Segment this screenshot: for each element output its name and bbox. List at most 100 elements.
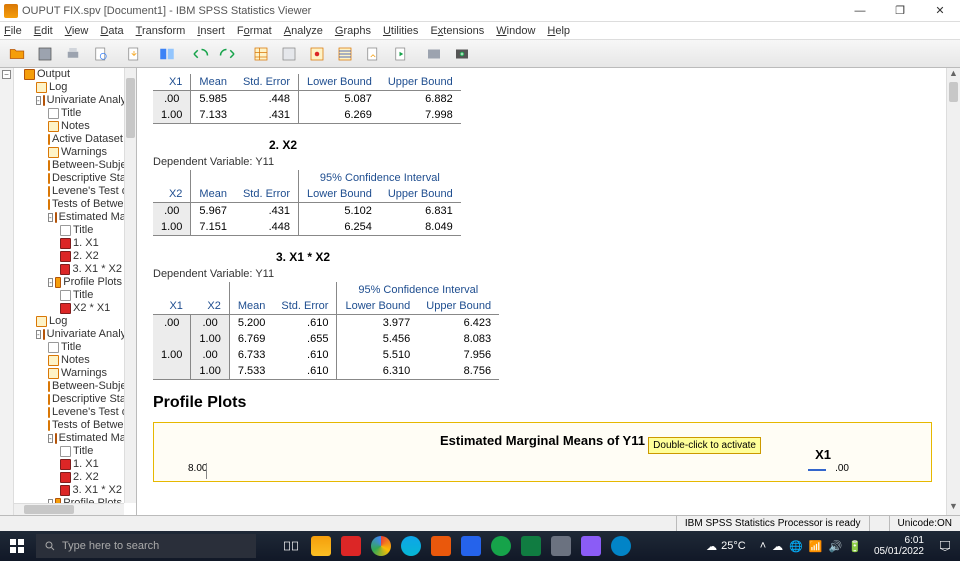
tree-item[interactable]: Tests of Betwe — [14, 419, 124, 432]
table-row[interactable]: 1.00 6.769 .655 5.456 8.083 — [153, 331, 499, 347]
tree-item[interactable]: Title — [14, 107, 124, 120]
tree-item[interactable]: 3. X1 * X2 — [14, 263, 124, 276]
tree-item[interactable]: -Estimated Marg — [14, 432, 124, 445]
tree-vscrollbar[interactable] — [124, 68, 136, 503]
tree-item[interactable]: Warnings — [14, 146, 124, 159]
tray-battery-icon[interactable]: 🔋 — [848, 540, 862, 553]
tree-root[interactable]: Output — [14, 68, 124, 81]
preview-button[interactable] — [88, 42, 114, 66]
minimize-button[interactable]: — — [840, 0, 880, 22]
tray-chevron-icon[interactable]: ˄ — [760, 540, 766, 552]
save-button[interactable] — [32, 42, 58, 66]
menu-file[interactable]: File — [4, 25, 22, 37]
tree-item[interactable]: -Univariate Analysis — [14, 94, 124, 107]
open-button[interactable] — [4, 42, 30, 66]
run-button[interactable] — [388, 42, 414, 66]
tray-wifi-icon[interactable]: 📶 — [809, 540, 823, 553]
tree-hscrollbar[interactable] — [14, 503, 124, 515]
tree-item[interactable]: 1. X1 — [14, 458, 124, 471]
taskbar-app-orange[interactable] — [426, 531, 456, 561]
taskbar-excel[interactable] — [516, 531, 546, 561]
print-button[interactable] — [60, 42, 86, 66]
tree-item[interactable]: Tests of Betwe — [14, 198, 124, 211]
dialog-recall-button[interactable] — [154, 42, 180, 66]
close-button[interactable]: ✕ — [920, 0, 960, 22]
scroll-down-arrow[interactable]: ▼ — [947, 501, 960, 515]
tree-item[interactable]: Descriptive Sta — [14, 393, 124, 406]
taskbar-app-green[interactable] — [486, 531, 516, 561]
content-vscrollbar[interactable]: ▲ ▼ — [946, 68, 960, 515]
table-x1x2[interactable]: X1 X2 Mean Std. Error 95% Confidence Int… — [153, 282, 499, 380]
outline-tree[interactable]: Output Log-Univariate AnalysisTitleNotes… — [14, 68, 136, 515]
tree-item[interactable]: 3. X1 * X2 — [14, 484, 124, 497]
profile-plot-chart[interactable]: Estimated Marginal Means of Y11 Double-c… — [153, 422, 932, 482]
system-tray[interactable]: ☁ 25°C ˄ ☁ 🌐 📶 🔊 🔋 — [700, 540, 868, 553]
menu-transform[interactable]: Transform — [136, 25, 186, 37]
tree-item[interactable]: Descriptive Sta — [14, 172, 124, 185]
tree-item[interactable]: 1. X1 — [14, 237, 124, 250]
tree-item[interactable]: 2. X2 — [14, 250, 124, 263]
task-view-button[interactable] — [276, 531, 306, 561]
content-inner[interactable]: X1 Mean Std. Error Lower Bound Upper Bou… — [141, 68, 944, 515]
goto-case-button[interactable] — [276, 42, 302, 66]
menu-extensions[interactable]: Extensions — [430, 25, 484, 37]
tree-item[interactable]: -Univariate Analysis — [14, 328, 124, 341]
table-row[interactable]: 1.00 7.133 .431 6.269 7.998 — [153, 107, 461, 124]
collapse-toggle[interactable]: − — [2, 70, 11, 79]
weather-widget[interactable]: ☁ 25°C — [706, 540, 746, 553]
table-row[interactable]: 1.00 7.533 .610 6.310 8.756 — [153, 363, 499, 380]
table-x2[interactable]: X2 Mean Std. Error 95% Confidence Interv… — [153, 170, 461, 236]
menu-graphs[interactable]: Graphs — [335, 25, 371, 37]
tray-volume-icon[interactable]: 🔊 — [829, 540, 843, 553]
tree-item[interactable]: Levene's Test o — [14, 185, 124, 198]
taskbar-app-grid[interactable] — [546, 531, 576, 561]
tree-item[interactable]: Log — [14, 315, 124, 328]
maximize-button[interactable]: ❐ — [880, 0, 920, 22]
export-button[interactable] — [121, 42, 147, 66]
menu-analyze[interactable]: Analyze — [284, 25, 323, 37]
table-row[interactable]: .00 .00 5.200 .610 3.977 6.423 — [153, 315, 499, 332]
taskbar-search[interactable]: Type here to search — [36, 534, 256, 558]
table-row[interactable]: .00 5.985 .448 5.087 6.882 — [153, 91, 461, 108]
table-x1[interactable]: X1 Mean Std. Error Lower Bound Upper Bou… — [153, 74, 461, 124]
tree-item[interactable]: Warnings — [14, 367, 124, 380]
table-row[interactable]: 1.00 7.151 .448 6.254 8.049 — [153, 219, 461, 236]
taskbar-explorer[interactable] — [306, 531, 336, 561]
tray-onedrive-icon[interactable]: ☁ — [772, 540, 783, 553]
tray-language-icon[interactable]: 🌐 — [789, 540, 803, 553]
menu-edit[interactable]: Edit — [34, 25, 53, 37]
taskbar-clock[interactable]: 6:01 05/01/2022 — [868, 535, 930, 557]
taskbar-app-globe[interactable] — [606, 531, 636, 561]
tree-item[interactable]: Between-Subje — [14, 380, 124, 393]
tree-item[interactable]: X2 * X1 — [14, 302, 124, 315]
taskbar-chrome[interactable] — [366, 531, 396, 561]
tree-item[interactable]: Title — [14, 224, 124, 237]
tree-item[interactable]: Title — [14, 445, 124, 458]
tree-item[interactable]: Levene's Test o — [14, 406, 124, 419]
undo-button[interactable] — [187, 42, 213, 66]
tree-item[interactable]: 2. X2 — [14, 471, 124, 484]
tree-item[interactable]: Notes — [14, 354, 124, 367]
tree-item[interactable]: Title — [14, 289, 124, 302]
tree-item[interactable]: Log — [14, 81, 124, 94]
variables-button[interactable] — [304, 42, 330, 66]
taskbar-edge[interactable] — [396, 531, 426, 561]
start-button[interactable] — [0, 531, 34, 561]
select-cases-button[interactable] — [332, 42, 358, 66]
taskbar-app-red[interactable] — [336, 531, 366, 561]
taskbar-app-paint[interactable] — [576, 531, 606, 561]
tree-item[interactable]: Notes — [14, 120, 124, 133]
scroll-up-arrow[interactable]: ▲ — [947, 68, 960, 82]
taskbar-app-blue[interactable] — [456, 531, 486, 561]
menu-data[interactable]: Data — [100, 25, 123, 37]
tree-item[interactable]: Between-Subje — [14, 159, 124, 172]
goto-data-button[interactable] — [248, 42, 274, 66]
table-row[interactable]: .00 5.967 .431 5.102 6.831 — [153, 203, 461, 220]
designate-button[interactable] — [421, 42, 447, 66]
menu-format[interactable]: Format — [237, 25, 272, 37]
redo-button[interactable] — [215, 42, 241, 66]
tree-item[interactable]: Title — [14, 341, 124, 354]
notifications-button[interactable] — [930, 531, 960, 561]
tree-item[interactable]: -Profile Plots — [14, 276, 124, 289]
table-row[interactable]: 1.00 .00 6.733 .610 5.510 7.956 — [153, 347, 499, 363]
